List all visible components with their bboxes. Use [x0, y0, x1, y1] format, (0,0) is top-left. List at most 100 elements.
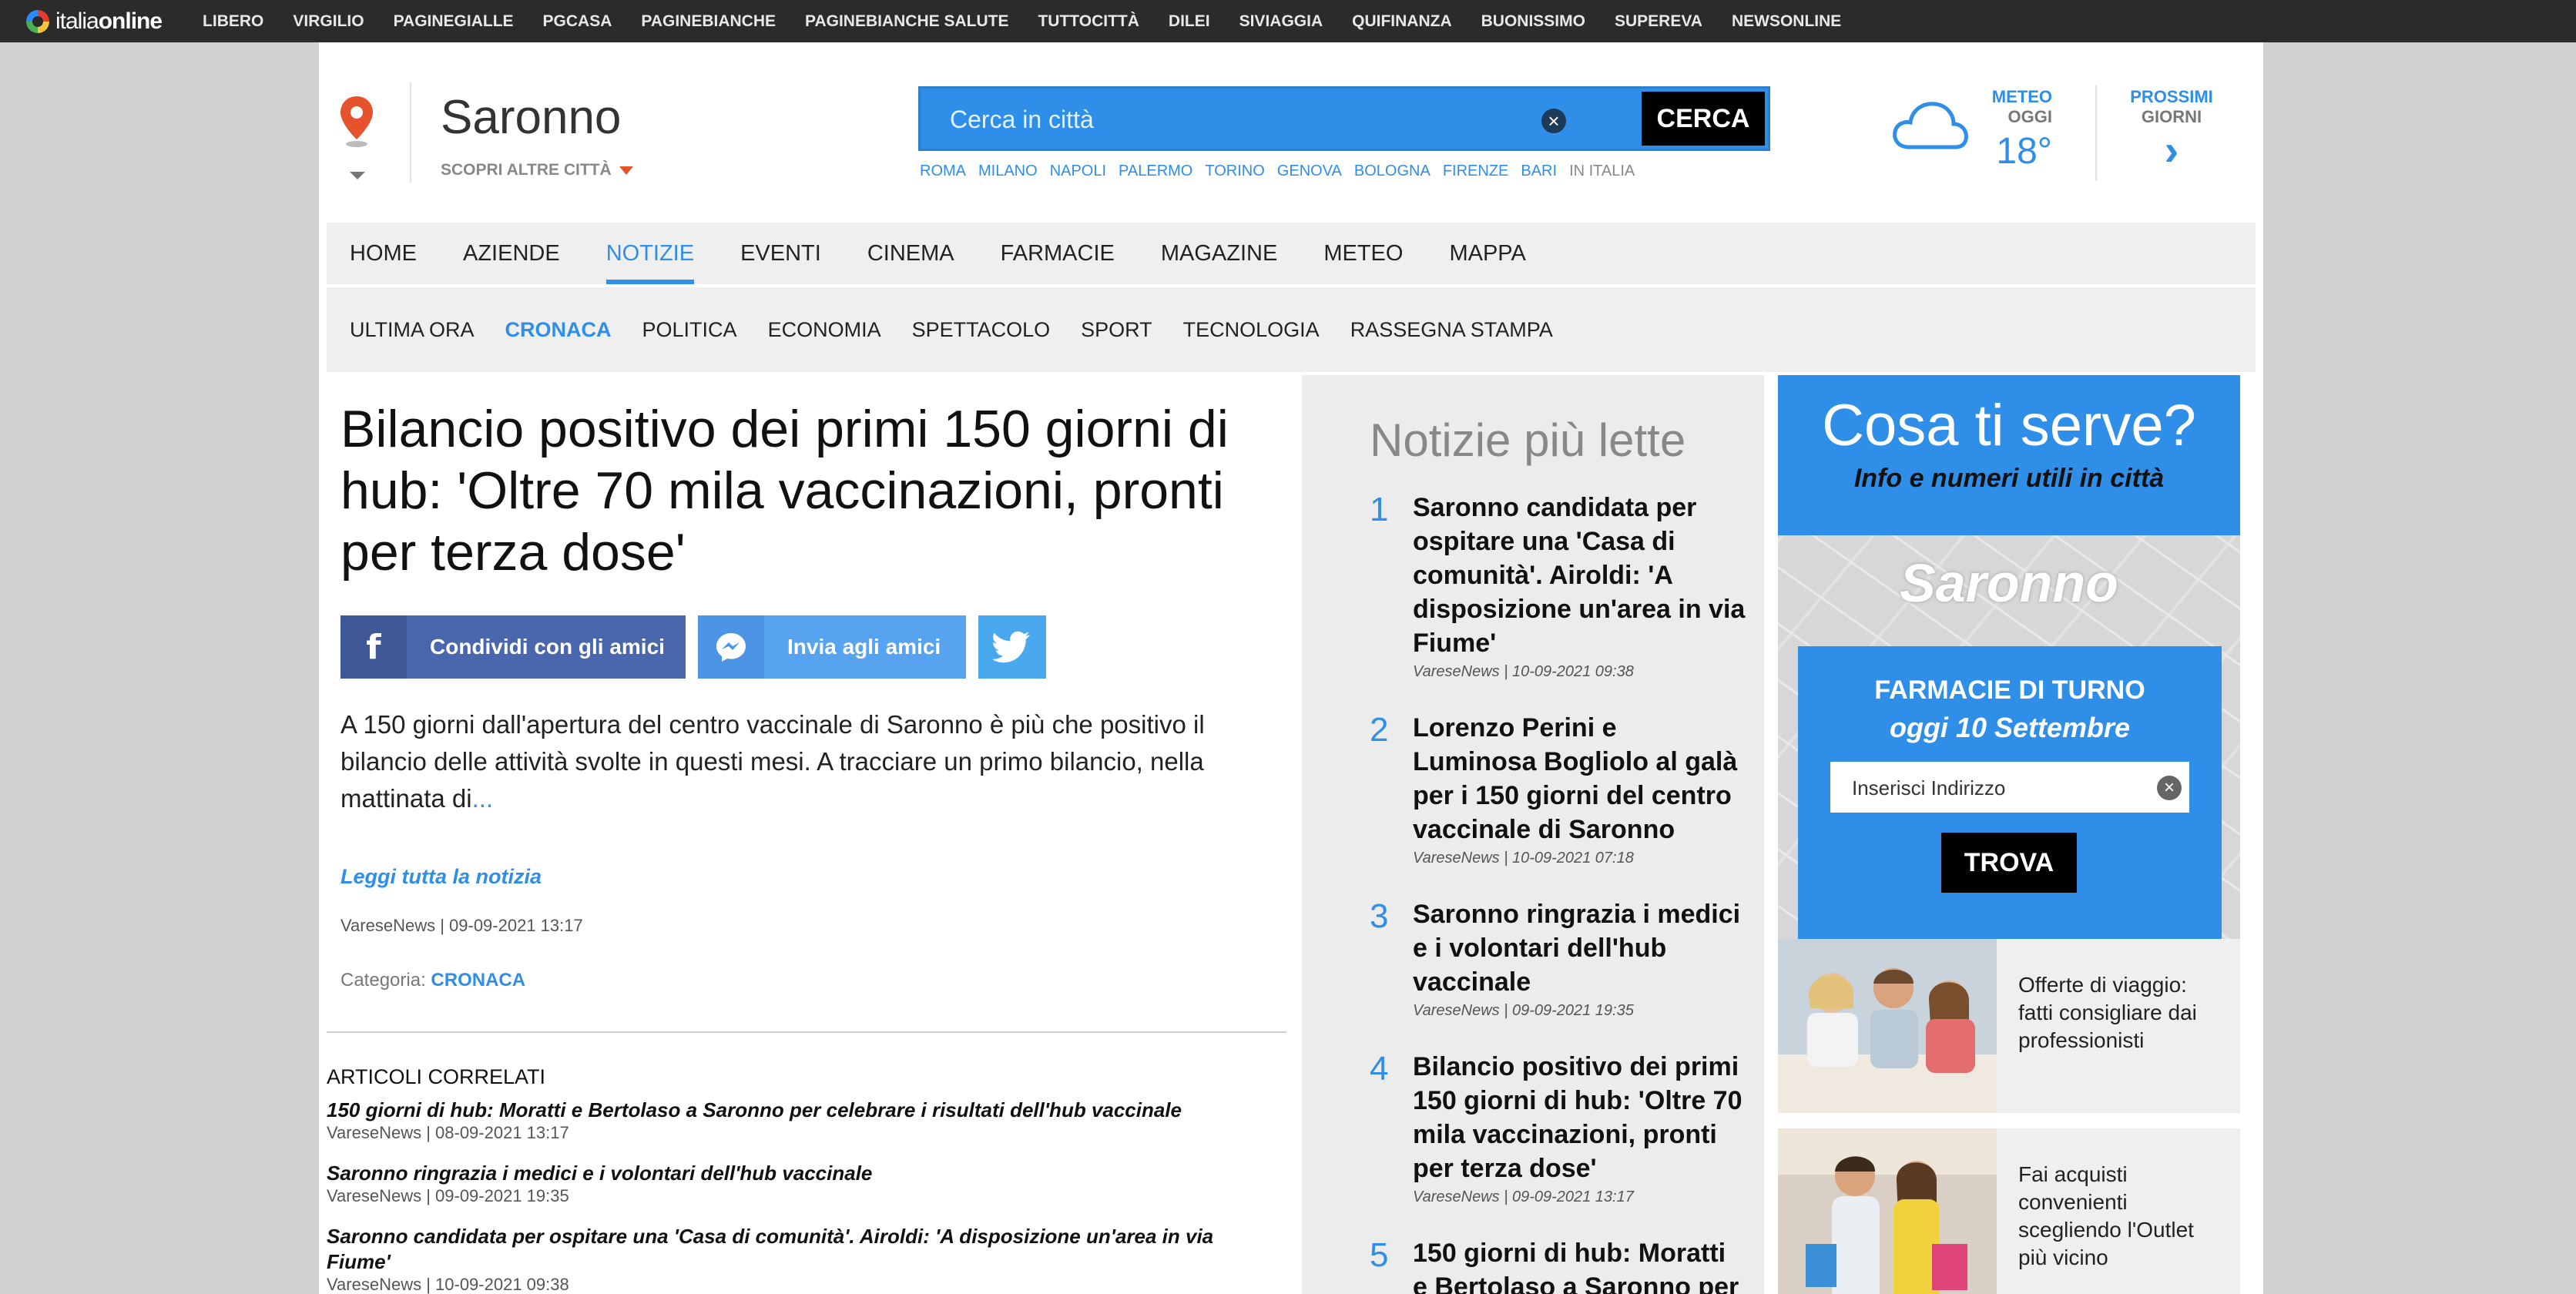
city-dropdown-caret-icon[interactable] — [350, 172, 365, 179]
separator — [327, 1031, 1286, 1033]
lead-ellipsis: ... — [471, 784, 494, 813]
category-label: Categoria: — [340, 970, 426, 991]
network-link-virgilio[interactable]: VIRGILIO — [293, 12, 364, 31]
services-banner[interactable]: Cosa ti serve? Info e numeri utili in ci… — [1778, 375, 2240, 535]
related-item-meta: VareseNews | 10-09-2021 09:38 — [327, 1275, 569, 1294]
nav-magazine[interactable]: MAGAZINE — [1161, 223, 1277, 284]
messenger-icon — [698, 615, 764, 679]
related-item[interactable]: Saronno ringrazia i medici e i volontari… — [327, 1161, 1282, 1206]
category-link[interactable]: CRONACA — [431, 970, 525, 991]
most-read-item[interactable]: 5 150 giorni di hub: Moratti e Bertolaso… — [1370, 1236, 1747, 1294]
nav-eventi[interactable]: EVENTI — [740, 223, 821, 284]
header-divider — [410, 82, 411, 183]
nav-home[interactable]: HOME — [350, 223, 417, 284]
search-input[interactable] — [948, 99, 1491, 139]
related-item[interactable]: Saronno candidata per ospitare una 'Casa… — [327, 1224, 1282, 1294]
map-city-name: Saronno — [1900, 553, 2118, 613]
nav-meteo[interactable]: METEO — [1323, 223, 1403, 284]
facebook-share-button[interactable]: f Condividi con gli amici — [340, 615, 686, 679]
next-days-link[interactable]: PROSSIMI GIORNI › — [2122, 87, 2222, 172]
network-link-dilei[interactable]: DILEI — [1169, 12, 1210, 31]
nav-notizie[interactable]: NOTIZIE — [605, 223, 695, 284]
facebook-icon: f — [340, 615, 407, 679]
network-link-newsonline[interactable]: NEWSONLINE — [1732, 12, 1841, 31]
most-read-item-meta: VareseNews | 10-09-2021 07:18 — [1413, 850, 1634, 867]
nav-aziende[interactable]: AZIENDE — [463, 223, 560, 284]
messenger-share-button[interactable]: Invia agli amici — [698, 615, 966, 679]
location-pin-icon[interactable] — [337, 95, 376, 149]
subnav-rassegna-stampa[interactable]: RASSEGNA STAMPA — [1350, 318, 1553, 342]
most-read-item-meta: VareseNews | 09-09-2021 19:35 — [1413, 1002, 1634, 1019]
subnav-politica[interactable]: POLITICA — [642, 318, 737, 342]
quick-city-link[interactable]: NAPOLI — [1050, 163, 1106, 180]
most-read-item[interactable]: 2 Lorenzo Perini e Luminosa Bogliolo al … — [1370, 711, 1747, 867]
promo-travel[interactable]: Offerte di viaggio: fatti consigliare da… — [1778, 939, 2240, 1113]
find-pharmacy-button[interactable]: TROVA — [1941, 833, 2077, 893]
main-nav: HOME AZIENDE NOTIZIE EVENTI CINEMA FARMA… — [327, 223, 2256, 284]
other-cities-link[interactable]: SCOPRI ALTRE CITTÀ — [441, 161, 633, 179]
sub-nav: ULTIMA ORA CRONACA POLITICA ECONOMIA SPE… — [327, 287, 2256, 372]
weather-sub: OGGI — [2007, 107, 2052, 126]
most-read-item[interactable]: 4 Bilancio positivo dei primi 150 giorni… — [1370, 1050, 1747, 1206]
article-lead: A 150 giorni dall'apertura del centro va… — [340, 706, 1280, 817]
share-buttons: f Condividi con gli amici Invia agli ami… — [340, 615, 1046, 679]
clear-address-icon[interactable]: × — [2157, 776, 2182, 800]
pharmacy-date: oggi 10 Settembre — [1889, 712, 2131, 743]
network-link-pgcasa[interactable]: PGCASA — [543, 12, 612, 31]
most-read-rank: 4 — [1370, 1050, 1389, 1088]
weather-today[interactable]: METEO OGGI 18° — [1991, 87, 2052, 173]
search-button[interactable]: CERCA — [1642, 92, 1765, 146]
most-read-rank: 1 — [1370, 491, 1389, 528]
network-link-siviaggia[interactable]: SIVIAGGIA — [1239, 12, 1323, 31]
subnav-sport[interactable]: SPORT — [1081, 318, 1152, 342]
subnav-economia[interactable]: ECONOMIA — [768, 318, 881, 342]
related-item[interactable]: 150 giorni di hub: Moratti e Bertolaso a… — [327, 1098, 1282, 1143]
messenger-share-label: Invia agli amici — [787, 635, 941, 659]
read-more-link[interactable]: Leggi tutta la notizia — [340, 865, 542, 889]
promo-outlet[interactable]: Fai acquisti convenienti scegliendo l'Ou… — [1778, 1128, 2240, 1294]
related-item-title: 150 giorni di hub: Moratti e Bertolaso a… — [327, 1098, 1182, 1121]
nav-farmacie[interactable]: FARMACIE — [1001, 223, 1115, 284]
network-link-supereva[interactable]: SUPEREVA — [1615, 12, 1702, 31]
clear-search-icon[interactable]: × — [1541, 109, 1566, 133]
pharmacy-title: FARMACIE DI TURNO — [1874, 675, 2145, 705]
network-link-tuttocitta[interactable]: TUTTOCITTÀ — [1038, 12, 1139, 31]
quick-city-link[interactable]: BARI — [1521, 163, 1557, 180]
quick-city-link[interactable]: PALERMO — [1119, 163, 1192, 180]
most-read-item[interactable]: 1 Saronno candidata per ospitare una 'Ca… — [1370, 491, 1747, 681]
quick-city-link[interactable]: FIRENZE — [1443, 163, 1509, 180]
most-read-title: Notizie più lette — [1370, 414, 1686, 466]
nav-mappa[interactable]: MAPPA — [1449, 223, 1525, 284]
weather-temperature: 18° — [1996, 131, 2052, 172]
shopping-couple-image — [1778, 1128, 1997, 1294]
italiaonline-logo[interactable]: italia online — [26, 8, 163, 35]
most-read-item[interactable]: 3 Saronno ringrazia i medici e i volonta… — [1370, 897, 1747, 1020]
quick-city-link[interactable]: BOLOGNA — [1354, 163, 1431, 180]
header-divider — [2095, 85, 2097, 181]
related-item-meta: VareseNews | 09-09-2021 19:35 — [327, 1186, 569, 1205]
twitter-share-button[interactable] — [978, 615, 1046, 679]
next-days-label: PROSSIMI — [2130, 87, 2213, 106]
quick-city-link[interactable]: ROMA — [920, 163, 966, 180]
subnav-spettacolo[interactable]: SPETTACOLO — [912, 318, 1051, 342]
most-read-item-meta: VareseNews | 09-09-2021 13:17 — [1413, 1188, 1634, 1205]
subnav-tecnologia[interactable]: TECNOLOGIA — [1183, 318, 1320, 342]
subnav-ultima-ora[interactable]: ULTIMA ORA — [350, 318, 475, 342]
related-item-meta: VareseNews | 08-09-2021 13:17 — [327, 1123, 569, 1142]
services-title: Cosa ti serve? — [1822, 393, 2196, 458]
network-link-buonissimo[interactable]: BUONISSIMO — [1481, 12, 1585, 31]
network-link-paginebianche-salute[interactable]: PAGINEBIANCHE SALUTE — [805, 12, 1008, 31]
related-item-title: Saronno candidata per ospitare una 'Casa… — [327, 1225, 1214, 1273]
nav-cinema[interactable]: CINEMA — [867, 223, 954, 284]
quick-city-link[interactable]: MILANO — [978, 163, 1038, 180]
network-link-paginegialle[interactable]: PAGINEGIALLE — [394, 12, 514, 31]
network-link-libero[interactable]: LIBERO — [203, 12, 263, 31]
cloud-icon — [1893, 102, 1968, 149]
address-input[interactable] — [1850, 773, 2146, 803]
quick-city-link[interactable]: GENOVA — [1277, 163, 1342, 180]
subnav-cronaca[interactable]: CRONACA — [505, 318, 612, 342]
quick-italy-link[interactable]: IN ITALIA — [1569, 163, 1635, 180]
network-link-paginebianche[interactable]: PAGINEBIANCHE — [641, 12, 776, 31]
network-link-quifinanza[interactable]: QUIFINANZA — [1352, 12, 1452, 31]
quick-city-link[interactable]: TORINO — [1205, 163, 1264, 180]
